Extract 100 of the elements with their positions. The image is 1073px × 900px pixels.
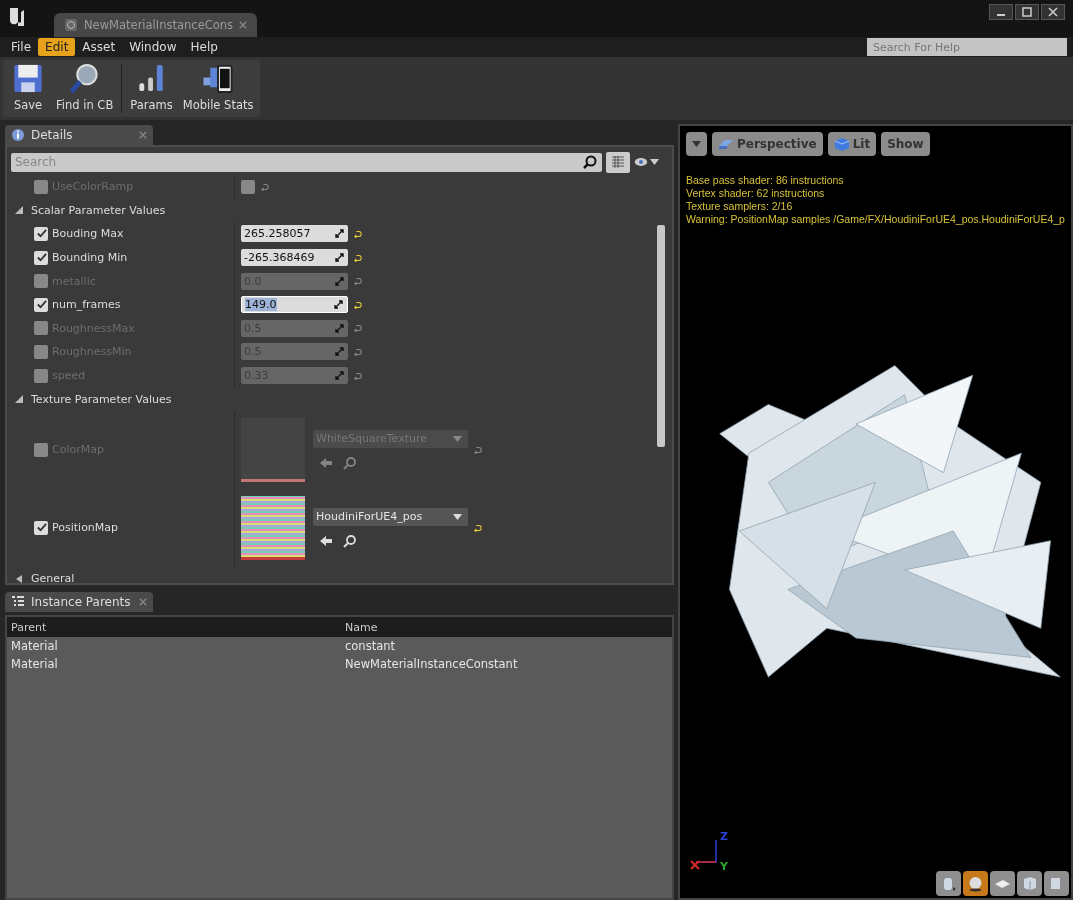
menu-item[interactable]: File bbox=[4, 38, 39, 56]
number-field[interactable]: 265.258057 bbox=[241, 225, 348, 243]
shader-stat: Warning: PositionMap samples /Game/FX/HoudiniForUE4_pos.HoudiniForUE4_p bbox=[686, 213, 1066, 226]
menu-item[interactable]: Asset bbox=[75, 38, 123, 56]
caret-icon bbox=[692, 141, 701, 147]
viewport-button[interactable]: Lit bbox=[827, 132, 877, 156]
drag-arrows-icon bbox=[335, 371, 344, 381]
drag-arrows-icon bbox=[335, 253, 344, 263]
eye-icon bbox=[634, 155, 648, 169]
expanded-arrow-icon[interactable] bbox=[15, 206, 23, 215]
section-header[interactable]: Scalar Parameter Values bbox=[31, 203, 166, 217]
search-icon bbox=[583, 154, 597, 169]
maximize-icon[interactable] bbox=[1022, 7, 1032, 17]
drag-arrows-icon bbox=[334, 300, 343, 310]
toolbar-button[interactable]: Find in CB bbox=[52, 62, 118, 115]
sphere-icon bbox=[967, 875, 984, 892]
table-cell-text: Material bbox=[10, 639, 59, 653]
cube-icon bbox=[833, 137, 850, 151]
number-field[interactable]: 149.0 bbox=[241, 296, 348, 314]
shader-stat: Texture samplers: 2/16 bbox=[686, 200, 794, 213]
search-icon[interactable] bbox=[343, 533, 357, 548]
tab-title: Instance Parents bbox=[31, 595, 131, 609]
menu-item[interactable]: Edit bbox=[38, 38, 76, 56]
caret-icon bbox=[453, 435, 462, 442]
minimize-button[interactable] bbox=[989, 4, 1013, 20]
list-icon bbox=[11, 595, 25, 609]
table-cell-text: NewMaterialInstanceConstant bbox=[344, 657, 519, 671]
override-checkbox[interactable] bbox=[34, 274, 48, 289]
grid-icon bbox=[611, 155, 625, 169]
reset-arrow-icon[interactable] bbox=[354, 324, 362, 333]
parameter-label: num_frames bbox=[52, 298, 121, 312]
viewport-menu-button[interactable] bbox=[686, 132, 707, 156]
toolbar-button[interactable]: Save bbox=[6, 62, 50, 115]
caret-icon bbox=[453, 513, 462, 520]
expanded-arrow-icon[interactable] bbox=[15, 395, 23, 404]
caret-icon bbox=[650, 159, 659, 165]
asset-dropdown[interactable]: HoudiniForUE4_pos bbox=[313, 507, 468, 526]
override-checkbox[interactable] bbox=[34, 344, 48, 359]
drag-arrows-icon bbox=[335, 229, 344, 239]
preview-shape-button[interactable] bbox=[963, 871, 988, 896]
override-checkbox[interactable] bbox=[34, 297, 48, 312]
value-checkbox[interactable] bbox=[241, 179, 255, 194]
slab-icon bbox=[718, 137, 734, 151]
maximize-button[interactable] bbox=[1015, 4, 1039, 20]
toolbar-button[interactable]: Params bbox=[126, 62, 177, 115]
preview-shape-button[interactable] bbox=[936, 871, 961, 896]
override-checkbox[interactable] bbox=[34, 520, 48, 535]
instance-parents-tab[interactable]: Instance Parents bbox=[5, 592, 153, 612]
axis-label: Y bbox=[720, 860, 728, 873]
reset-arrow-icon[interactable] bbox=[354, 277, 362, 286]
number-field[interactable]: -265.368469 bbox=[241, 249, 348, 267]
search-field[interactable]: Search bbox=[11, 152, 602, 172]
override-checkbox[interactable] bbox=[34, 442, 48, 457]
left-arrow-icon[interactable] bbox=[319, 533, 333, 548]
override-checkbox[interactable] bbox=[34, 250, 48, 265]
drag-arrows-icon bbox=[335, 347, 344, 357]
x-axis-mark-icon bbox=[690, 860, 700, 870]
viewport[interactable]: Perspective Lit Show Base pass shader: 86 instructions Vertex shader: 62 instructions Texture samplers: 2/16 Warning: PositionMap samples /Game/FX/HoudiniForUE4_pos.HoudiniForUE4_p Z Y bbox=[678, 124, 1073, 900]
override-checkbox[interactable] bbox=[34, 227, 48, 241]
preview-shape-button[interactable] bbox=[990, 871, 1015, 896]
collapsed-arrow-icon[interactable] bbox=[15, 574, 23, 583]
reset-arrow-icon[interactable] bbox=[354, 253, 362, 262]
reset-arrow-icon[interactable] bbox=[354, 230, 362, 238]
reset-arrow-icon[interactable] bbox=[354, 300, 362, 309]
override-checkbox[interactable] bbox=[34, 321, 48, 336]
close-button[interactable] bbox=[1041, 4, 1065, 20]
details-tab[interactable]: Details bbox=[5, 125, 153, 145]
cube-icon bbox=[1021, 875, 1038, 892]
column-header[interactable]: Parent bbox=[7, 620, 341, 634]
close-icon[interactable] bbox=[1048, 7, 1058, 17]
texture-thumbnail[interactable] bbox=[241, 417, 305, 482]
override-checkbox[interactable] bbox=[34, 179, 48, 194]
info-icon bbox=[11, 128, 25, 142]
table-cell-text: Material bbox=[10, 657, 59, 671]
table-cell-text: constant bbox=[344, 639, 396, 653]
axis-label: Z bbox=[720, 830, 728, 843]
viewport-button[interactable]: Show bbox=[881, 132, 930, 156]
toolbar-button[interactable]: Mobile Stats bbox=[178, 62, 258, 115]
tab-title: Details bbox=[31, 128, 73, 142]
reset-arrow-icon[interactable] bbox=[261, 182, 269, 191]
override-checkbox[interactable] bbox=[34, 368, 48, 383]
parameter-label: Bouding Max bbox=[52, 227, 124, 241]
column-header[interactable]: Name bbox=[341, 620, 672, 634]
shader-stat: Vertex shader: 62 instructions bbox=[686, 187, 826, 200]
menu-item[interactable]: Help bbox=[183, 38, 225, 56]
section-header[interactable]: Texture Parameter Values bbox=[31, 392, 172, 406]
shader-stat: Base pass shader: 86 instructions bbox=[686, 174, 845, 187]
section-header[interactable]: General bbox=[31, 572, 75, 583]
viewport-button[interactable]: Perspective bbox=[712, 132, 823, 156]
help-search-field[interactable]: Search For Help bbox=[867, 38, 1067, 56]
material-icon bbox=[64, 18, 78, 32]
reset-arrow-icon[interactable] bbox=[474, 523, 482, 532]
noise-texture-thumbnail[interactable] bbox=[241, 495, 305, 560]
reset-arrow-icon[interactable] bbox=[354, 347, 362, 356]
drag-arrows-icon bbox=[335, 323, 344, 333]
reset-arrow-icon[interactable] bbox=[474, 445, 482, 454]
view-options-button[interactable] bbox=[606, 151, 630, 173]
menu-item[interactable]: Window bbox=[122, 38, 184, 56]
scrollbar-thumb[interactable] bbox=[657, 225, 665, 447]
reset-arrow-icon[interactable] bbox=[354, 371, 362, 380]
